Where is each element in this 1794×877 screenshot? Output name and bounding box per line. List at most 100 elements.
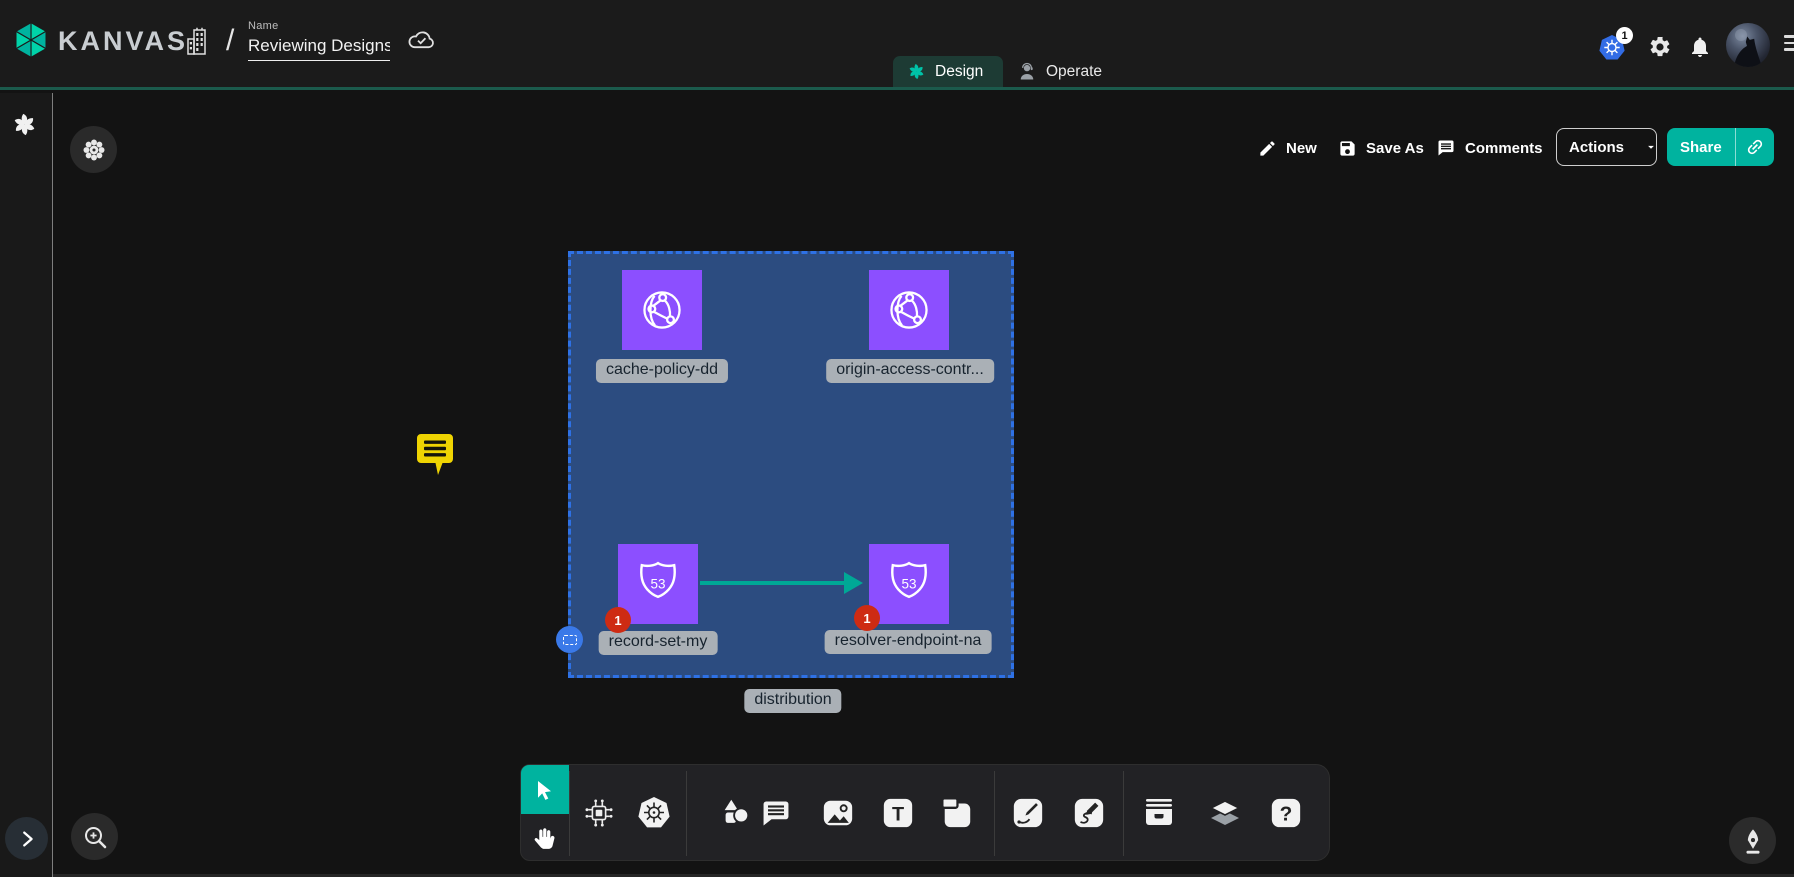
- tab-operate[interactable]: Operate: [1003, 56, 1115, 87]
- tool-layers[interactable]: [1207, 795, 1243, 831]
- organization-icon[interactable]: [183, 26, 211, 56]
- node-label-resolver-endpoint[interactable]: resolver-endpoint-na: [825, 630, 992, 654]
- pen-nib-icon: [1739, 826, 1767, 856]
- chevron-right-icon: [16, 828, 38, 850]
- brand-wordmark: KANVAS: [58, 26, 188, 57]
- route53-shield-icon: 53: [882, 557, 936, 611]
- node-resolver-endpoint[interactable]: 53: [869, 544, 949, 624]
- caret-down-icon: [1644, 140, 1658, 154]
- kubernetes-wheel-icon: [636, 795, 672, 831]
- design-name-label: Name: [248, 20, 279, 32]
- toolbar-divider: [994, 771, 995, 856]
- actions-caret-button[interactable]: [1636, 140, 1666, 154]
- tool-pan-hand[interactable]: [521, 814, 569, 861]
- actions-label: Actions: [1557, 139, 1636, 156]
- zoom-in-button[interactable]: [71, 813, 118, 860]
- svg-text:T: T: [892, 804, 904, 826]
- comment-pin-icon: [412, 430, 458, 478]
- operate-tab-icon: [1017, 62, 1037, 82]
- operate-tab-label: Operate: [1046, 63, 1102, 81]
- actions-button[interactable]: Actions: [1556, 128, 1657, 166]
- new-label: New: [1286, 140, 1317, 157]
- edge-arrowhead: [844, 572, 863, 594]
- tool-image[interactable]: [820, 795, 856, 831]
- hand-icon: [532, 825, 558, 851]
- shapes-icon: [719, 796, 753, 830]
- design-toolbar: T: [520, 764, 1330, 861]
- tool-drawer[interactable]: [1141, 795, 1177, 831]
- node-record-set[interactable]: 53: [618, 544, 698, 624]
- kanvas-logo-icon[interactable]: [12, 21, 50, 59]
- link-icon: [1745, 137, 1765, 157]
- design-name-input[interactable]: [248, 34, 390, 61]
- frame-note-icon: [940, 796, 974, 830]
- cloud-sync-status-icon: [406, 28, 436, 52]
- share-button[interactable]: Share: [1667, 128, 1774, 166]
- flower-icon: [81, 137, 107, 163]
- cursor-arrow-icon: [533, 778, 557, 802]
- tool-shapes[interactable]: [718, 795, 754, 831]
- dashed-rect-icon: [563, 635, 577, 645]
- tool-kubernetes[interactable]: [636, 795, 672, 831]
- design-tab-icon: [907, 62, 926, 81]
- node-label-record-set[interactable]: record-set-my: [599, 631, 718, 655]
- dock-flower-button[interactable]: [70, 126, 117, 173]
- comment-icon: [1436, 138, 1456, 158]
- kubernetes-context-badge: 1: [1616, 27, 1633, 44]
- help-icon: ?: [1269, 796, 1303, 830]
- copy-link-button[interactable]: [1736, 137, 1774, 157]
- svg-text:53: 53: [901, 577, 916, 592]
- header-bar: KANVAS / Name: [0, 0, 1794, 90]
- comment-pin[interactable]: [412, 430, 458, 478]
- tool-sketch[interactable]: [1071, 795, 1107, 831]
- node-cache-policy[interactable]: [622, 270, 702, 350]
- pencil-icon: [1258, 139, 1277, 158]
- breadcrumb-separator: /: [226, 24, 234, 58]
- chip-component-icon: [582, 796, 616, 830]
- node-label-origin-access-control[interactable]: origin-access-contr...: [826, 359, 994, 383]
- toolbar-divider: [686, 771, 687, 856]
- settings-gear-icon[interactable]: [1648, 35, 1672, 59]
- zoom-in-magnifier-icon: [82, 824, 108, 850]
- tool-text[interactable]: T: [880, 795, 916, 831]
- user-avatar[interactable]: [1726, 23, 1770, 67]
- sketch-pencil-icon: [1072, 796, 1106, 830]
- left-sidebar: [0, 93, 53, 877]
- pen-mode-button[interactable]: [1729, 817, 1776, 864]
- cloudfront-globe-icon: [882, 283, 936, 337]
- pen-path-icon: [1011, 796, 1045, 830]
- expand-sidebar-button[interactable]: [5, 817, 48, 860]
- tool-comment[interactable]: [758, 795, 794, 831]
- save-as-label: Save As: [1366, 140, 1424, 157]
- image-icon: [821, 796, 855, 830]
- node-origin-access-control[interactable]: [869, 270, 949, 350]
- tool-pointer[interactable]: [521, 765, 569, 814]
- notifications-bell-icon[interactable]: [1688, 35, 1712, 59]
- kanvas-app: KANVAS / Name: [0, 0, 1794, 877]
- design-tab-label: Design: [935, 63, 983, 81]
- text-tool-icon: T: [881, 796, 915, 830]
- svg-text:?: ?: [1280, 803, 1293, 826]
- hamburger-menu-icon[interactable]: [1784, 31, 1794, 55]
- tool-frame-note[interactable]: [939, 795, 975, 831]
- layers-icon: [1207, 796, 1243, 830]
- tool-pen[interactable]: [1010, 795, 1046, 831]
- new-button[interactable]: New: [1258, 131, 1317, 165]
- svg-text:53: 53: [650, 577, 665, 592]
- meshery-spiral-icon[interactable]: [11, 111, 38, 138]
- route53-shield-icon: 53: [631, 557, 685, 611]
- toolbar-divider: [569, 771, 570, 856]
- toolbar-divider: [1123, 771, 1124, 856]
- tab-design[interactable]: Design: [893, 56, 1003, 87]
- drawer-archive-icon: [1141, 797, 1177, 829]
- edge-record-set-to-resolver: [700, 581, 846, 585]
- group-label-distribution[interactable]: distribution: [744, 689, 841, 713]
- comments-button[interactable]: Comments: [1436, 131, 1543, 165]
- node-badge-resolver-endpoint: 1: [854, 605, 880, 631]
- group-selection-handle[interactable]: [556, 626, 583, 653]
- tool-help[interactable]: ?: [1268, 795, 1304, 831]
- tool-component[interactable]: [581, 795, 617, 831]
- comment-tool-icon: [760, 797, 792, 829]
- node-label-cache-policy[interactable]: cache-policy-dd: [596, 359, 728, 383]
- save-as-button[interactable]: Save As: [1338, 131, 1424, 165]
